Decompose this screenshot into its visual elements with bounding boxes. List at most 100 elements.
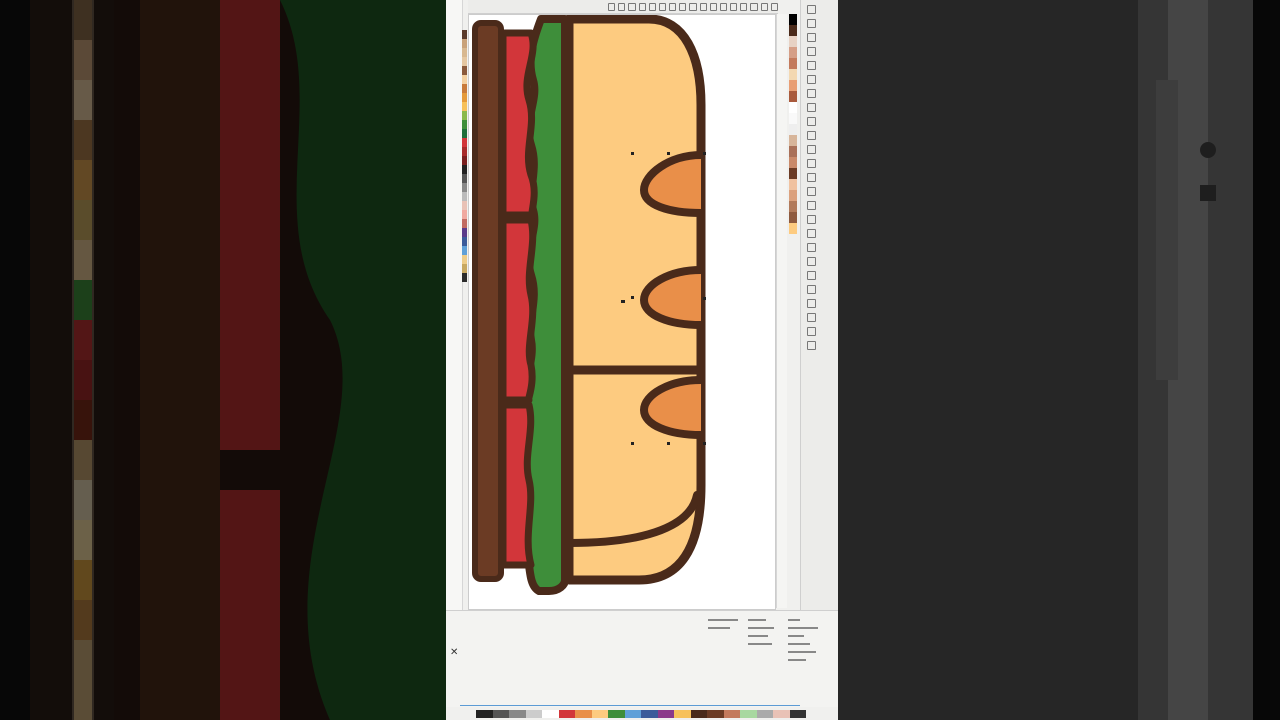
color-swatch[interactable] bbox=[462, 30, 467, 39]
color-swatch[interactable] bbox=[462, 39, 467, 48]
color-swatch[interactable] bbox=[462, 75, 467, 84]
color-swatch[interactable] bbox=[462, 183, 467, 192]
tool-icon[interactable] bbox=[807, 187, 816, 196]
color-swatch[interactable] bbox=[462, 111, 467, 120]
color-swatch[interactable] bbox=[462, 120, 467, 129]
color-swatch[interactable] bbox=[789, 36, 797, 47]
color-swatch[interactable] bbox=[509, 710, 526, 718]
toolbar-icon[interactable] bbox=[699, 2, 707, 11]
color-swatch[interactable] bbox=[558, 710, 575, 718]
drawing-canvas[interactable] bbox=[468, 14, 776, 610]
color-swatch[interactable] bbox=[789, 102, 797, 113]
tool-icon[interactable] bbox=[807, 75, 816, 84]
color-swatch[interactable] bbox=[789, 91, 797, 102]
color-swatch[interactable] bbox=[723, 710, 740, 718]
toolbar-icon[interactable] bbox=[679, 2, 687, 11]
tool-icon[interactable] bbox=[807, 61, 816, 70]
burger-illustration[interactable] bbox=[469, 15, 775, 609]
color-swatch[interactable] bbox=[789, 201, 797, 212]
color-swatch[interactable] bbox=[462, 228, 467, 237]
tool-icon[interactable] bbox=[807, 131, 816, 140]
tool-icon[interactable] bbox=[807, 47, 816, 56]
color-swatch[interactable] bbox=[462, 201, 467, 210]
document-palette[interactable] bbox=[789, 14, 797, 234]
tool-icon[interactable] bbox=[807, 215, 816, 224]
color-swatch[interactable] bbox=[789, 157, 797, 168]
tool-icon[interactable] bbox=[807, 89, 816, 98]
color-swatch[interactable] bbox=[789, 223, 797, 234]
tool-icon[interactable] bbox=[807, 19, 816, 28]
color-swatch[interactable] bbox=[789, 146, 797, 157]
tool-icon[interactable] bbox=[807, 5, 816, 14]
close-icon[interactable]: ✕ bbox=[450, 647, 458, 658]
tool-icon[interactable] bbox=[807, 145, 816, 154]
toolbar-icon[interactable] bbox=[648, 2, 656, 11]
color-swatch[interactable] bbox=[608, 710, 625, 718]
color-swatch[interactable] bbox=[789, 135, 797, 146]
tool-icon[interactable] bbox=[807, 327, 816, 336]
color-swatch[interactable] bbox=[462, 255, 467, 264]
color-swatch[interactable] bbox=[690, 710, 707, 718]
color-swatch[interactable] bbox=[476, 710, 493, 718]
color-swatch[interactable] bbox=[657, 710, 674, 718]
tool-icon[interactable] bbox=[807, 341, 816, 350]
color-swatch[interactable] bbox=[462, 192, 467, 201]
tool-icon[interactable] bbox=[807, 285, 816, 294]
color-swatch[interactable] bbox=[462, 264, 467, 273]
toolbar-icon[interactable] bbox=[689, 2, 697, 11]
color-swatch[interactable] bbox=[789, 47, 797, 58]
toolbar-icon[interactable] bbox=[740, 2, 748, 11]
toolbar-icon[interactable] bbox=[608, 2, 616, 11]
color-swatch[interactable] bbox=[462, 129, 467, 138]
color-swatch[interactable] bbox=[462, 66, 467, 75]
color-swatch[interactable] bbox=[789, 69, 797, 80]
color-swatch[interactable] bbox=[641, 710, 658, 718]
right-scrollbar[interactable] bbox=[776, 14, 787, 608]
color-swatch[interactable] bbox=[707, 710, 724, 718]
toolbar-icon[interactable] bbox=[628, 2, 636, 11]
color-swatch[interactable] bbox=[740, 710, 757, 718]
color-swatch[interactable] bbox=[789, 80, 797, 91]
color-swatch[interactable] bbox=[462, 57, 467, 66]
color-swatch[interactable] bbox=[789, 113, 797, 124]
color-swatch[interactable] bbox=[789, 14, 797, 25]
color-swatch[interactable] bbox=[789, 710, 806, 718]
color-swatch[interactable] bbox=[789, 25, 797, 36]
toolbar-icon[interactable] bbox=[638, 2, 646, 11]
color-swatch[interactable] bbox=[462, 102, 467, 111]
tool-icon[interactable] bbox=[807, 243, 816, 252]
toolbar-icon[interactable] bbox=[750, 2, 758, 11]
tool-icon[interactable] bbox=[807, 173, 816, 182]
color-swatch[interactable] bbox=[542, 710, 559, 718]
tomato-layer[interactable] bbox=[499, 29, 538, 569]
color-swatch[interactable] bbox=[462, 174, 467, 183]
tool-icon[interactable] bbox=[807, 103, 816, 112]
color-swatch[interactable] bbox=[591, 710, 608, 718]
tool-icon[interactable] bbox=[807, 201, 816, 210]
color-swatch[interactable] bbox=[462, 165, 467, 174]
color-swatch[interactable] bbox=[773, 710, 790, 718]
tool-icon[interactable] bbox=[807, 299, 816, 308]
left-color-palette[interactable] bbox=[462, 30, 467, 595]
color-swatch[interactable] bbox=[756, 710, 773, 718]
tool-icon[interactable] bbox=[807, 117, 816, 126]
toolbar-icon[interactable] bbox=[770, 2, 778, 11]
color-swatch[interactable] bbox=[789, 212, 797, 223]
color-swatch[interactable] bbox=[462, 246, 467, 255]
toolbar-icon[interactable] bbox=[760, 2, 768, 11]
toolbar-icon[interactable] bbox=[709, 2, 717, 11]
color-swatch[interactable] bbox=[525, 710, 542, 718]
color-swatch[interactable] bbox=[462, 93, 467, 102]
toolbar-icon[interactable] bbox=[669, 2, 677, 11]
color-swatch[interactable] bbox=[789, 124, 797, 135]
toolbar-icon[interactable] bbox=[658, 2, 667, 11]
color-swatch[interactable] bbox=[462, 210, 467, 219]
color-swatch[interactable] bbox=[462, 219, 467, 228]
color-swatch[interactable] bbox=[492, 710, 509, 718]
color-swatch[interactable] bbox=[462, 48, 467, 57]
color-swatch[interactable] bbox=[462, 237, 467, 246]
bottom-color-palette[interactable] bbox=[476, 710, 806, 718]
tool-icon[interactable] bbox=[807, 271, 816, 280]
color-swatch[interactable] bbox=[462, 273, 467, 282]
toolbar-icon[interactable] bbox=[730, 2, 738, 11]
